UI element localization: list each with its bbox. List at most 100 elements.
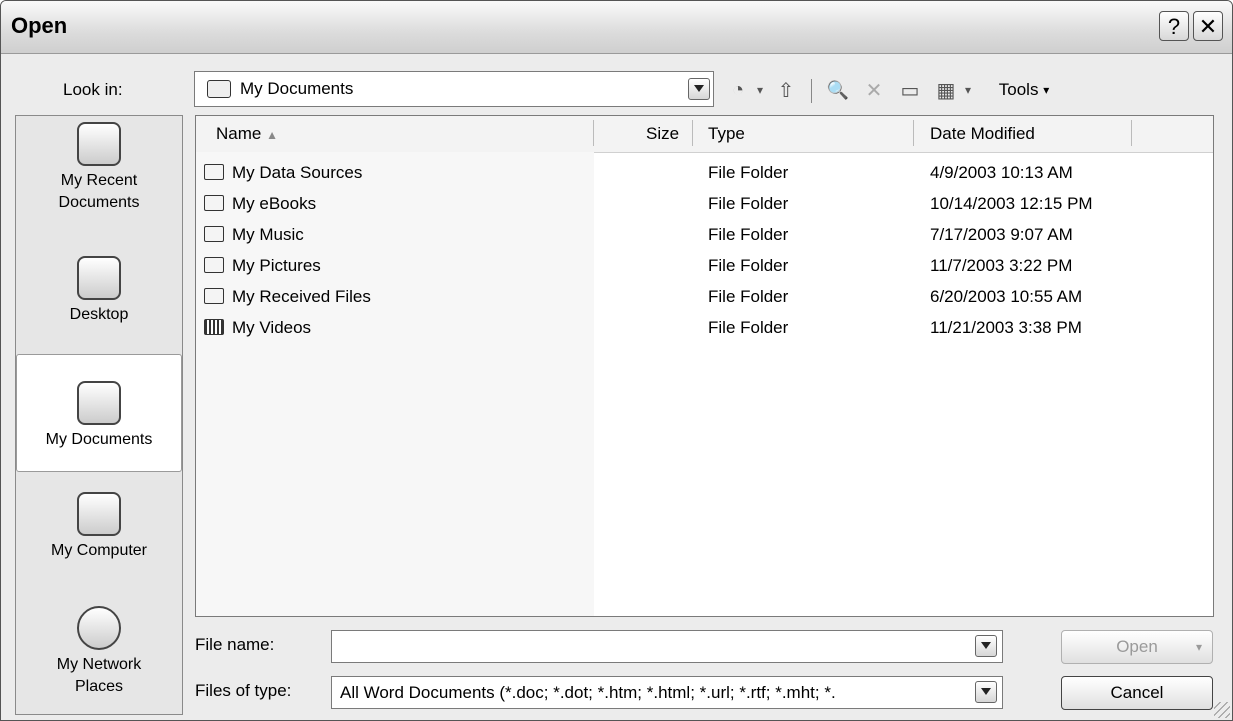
tools-label: Tools [998, 80, 1039, 99]
close-button[interactable]: ✕ [1193, 11, 1223, 41]
file-date: 7/17/2003 9:07 AM [930, 225, 1073, 244]
up-folder-icon: ⇧ [777, 79, 795, 102]
views-button[interactable]: ▦ [931, 75, 961, 105]
new-folder-button[interactable]: ▭ [895, 75, 925, 105]
file-type: File Folder [708, 287, 789, 306]
file-name: My eBooks [232, 194, 317, 213]
sort-ascending-icon: ▲ [266, 128, 278, 142]
place-my-network-places[interactable]: My Network Places [16, 606, 182, 698]
my-documents-icon [77, 381, 121, 425]
cancel-button[interactable]: Cancel [1061, 676, 1213, 710]
open-dialog: Open ? ✕ Look in: My Documents ◔ ▾ ⇧ 🔍 ✕… [0, 0, 1233, 721]
help-icon: ? [1167, 14, 1181, 39]
place-label: My Documents [45, 431, 153, 448]
column-header: Name ▲ Size Type Date Modified [196, 116, 1213, 153]
column-divider[interactable] [692, 120, 693, 146]
column-name[interactable]: Name ▲ [216, 124, 278, 144]
file-date: 6/20/2003 10:55 AM [930, 287, 1083, 306]
title-bar[interactable]: Open ? ✕ [1, 1, 1232, 54]
file-date: 10/14/2003 12:15 PM [930, 194, 1093, 213]
column-name-label: Name [216, 124, 262, 143]
help-button[interactable]: ? [1159, 11, 1189, 41]
file-type: File Folder [708, 318, 789, 337]
place-desktop[interactable]: Desktop [16, 256, 182, 326]
cancel-label: Cancel [1110, 683, 1164, 702]
file-name: My Music [232, 225, 304, 244]
data-sources-folder-icon [204, 164, 224, 180]
file-list[interactable]: Name ▲ Size Type Date Modified My Data S… [195, 115, 1214, 617]
look-in-dropdown-button[interactable] [688, 78, 710, 100]
open-button[interactable]: Open ▾ [1061, 630, 1213, 664]
list-item[interactable]: My Videos File Folder 11/21/2003 3:38 PM [196, 313, 1213, 344]
column-type[interactable]: Type [708, 124, 745, 144]
place-my-recent-documents[interactable]: My Recent Documents [16, 122, 182, 214]
place-label: Desktop [69, 306, 129, 323]
tools-menu-button[interactable]: Tools ▾ [979, 75, 1069, 105]
file-name-label: File name: [195, 635, 275, 654]
resize-grip[interactable] [1214, 702, 1230, 718]
file-name-dropdown-button[interactable] [975, 635, 997, 657]
file-type: File Folder [708, 256, 789, 275]
open-label: Open [1116, 637, 1158, 656]
look-in-value: My Documents [240, 79, 354, 98]
network-places-icon [77, 606, 121, 650]
place-my-computer[interactable]: My Computer [16, 492, 182, 562]
folder-icon [204, 288, 224, 304]
place-label: My Network [56, 656, 142, 673]
look-in-combo[interactable]: My Documents [194, 71, 714, 107]
recent-documents-icon [77, 122, 121, 166]
delete-button[interactable]: ✕ [859, 75, 889, 105]
file-type-label: Files of type: [195, 681, 292, 700]
back-button[interactable]: ◔ [723, 75, 753, 105]
desktop-icon [77, 256, 121, 300]
list-item[interactable]: My Received Files File Folder 6/20/2003 … [196, 282, 1213, 313]
file-name-input[interactable] [331, 630, 1003, 663]
back-dropdown-button[interactable]: ▾ [753, 75, 767, 105]
place-label: Places [74, 678, 124, 695]
chevron-down-icon: ▾ [1195, 640, 1202, 654]
file-type: File Folder [708, 163, 789, 182]
search-icon: 🔍 [826, 79, 850, 100]
place-label: Documents [58, 194, 140, 211]
music-folder-icon [204, 226, 224, 242]
views-dropdown-button[interactable]: ▾ [961, 75, 975, 105]
file-date: 11/21/2003 3:38 PM [930, 318, 1082, 337]
file-name: My Videos [232, 318, 312, 337]
file-type-select[interactable]: All Word Documents (*.doc; *.dot; *.htm;… [331, 676, 1003, 709]
file-date: 4/9/2003 10:13 AM [930, 163, 1073, 182]
look-in-label: Look in: [63, 80, 123, 99]
search-web-button[interactable]: 🔍 [823, 75, 853, 105]
views-icon: ▦ [936, 79, 956, 102]
file-type-dropdown-button[interactable] [975, 681, 997, 703]
places-bar: My Recent Documents Desktop My Documents… [15, 115, 183, 715]
list-item[interactable]: My eBooks File Folder 10/14/2003 12:15 P… [196, 189, 1213, 220]
place-my-documents[interactable]: My Documents [16, 354, 182, 472]
column-date-modified[interactable]: Date Modified [930, 124, 1035, 144]
file-name: My Pictures [232, 256, 321, 275]
place-label: My Recent [60, 172, 138, 189]
file-type-value: All Word Documents (*.doc; *.dot; *.htm;… [340, 683, 836, 702]
column-divider[interactable] [1131, 120, 1132, 146]
my-documents-icon [207, 80, 231, 98]
chevron-down-icon: ▾ [1043, 83, 1050, 97]
column-divider[interactable] [913, 120, 914, 146]
list-item[interactable]: My Music File Folder 7/17/2003 9:07 AM [196, 220, 1213, 251]
file-type: File Folder [708, 194, 789, 213]
toolbar-separator [811, 79, 812, 103]
file-type: File Folder [708, 225, 789, 244]
column-size[interactable]: Size [646, 124, 679, 144]
dialog-title: Open [11, 13, 68, 38]
videos-folder-icon [204, 319, 224, 335]
delete-icon: ✕ [865, 79, 883, 102]
folder-icon [204, 195, 224, 211]
up-one-level-button[interactable]: ⇧ [771, 75, 801, 105]
new-folder-icon: ▭ [900, 79, 920, 102]
file-date: 11/7/2003 3:22 PM [930, 256, 1073, 275]
list-item[interactable]: My Data Sources File Folder 4/9/2003 10:… [196, 158, 1213, 189]
list-item[interactable]: My Pictures File Folder 11/7/2003 3:22 P… [196, 251, 1213, 282]
column-divider[interactable] [593, 120, 594, 146]
my-computer-icon [77, 492, 121, 536]
file-name: My Data Sources [232, 163, 363, 182]
place-label: My Computer [50, 542, 148, 559]
pictures-folder-icon [204, 257, 224, 273]
